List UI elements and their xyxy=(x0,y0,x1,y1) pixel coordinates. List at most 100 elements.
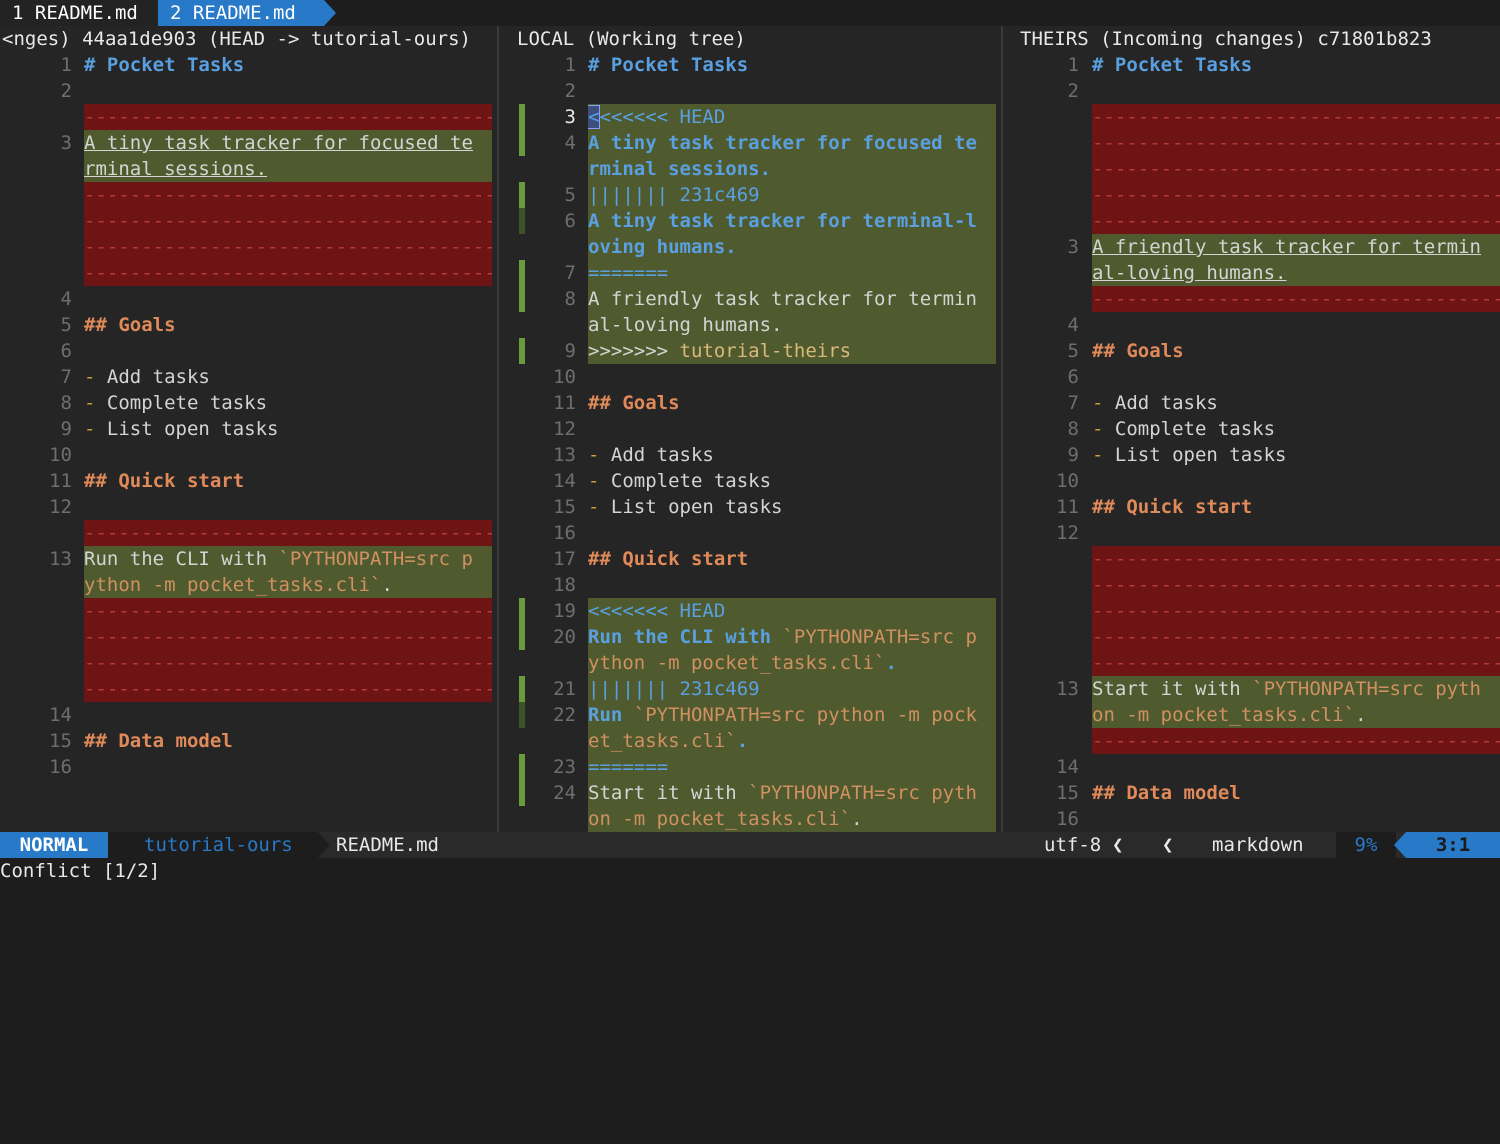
line-text xyxy=(588,572,996,598)
local-line[interactable]: 13 - Add tasks xyxy=(499,442,1001,468)
base-pane[interactable]: <nges) 44aa1de903 (HEAD -> tutorial-ours… xyxy=(0,26,497,832)
theirs-line[interactable]: on -m pocket_tasks.cli`. xyxy=(1003,702,1500,728)
theirs-line[interactable]: 3 A friendly task tracker for termin xyxy=(1003,234,1500,260)
base-line[interactable]: ------------------------------------ xyxy=(0,260,497,286)
theirs-line[interactable]: ------------------------------------- xyxy=(1003,650,1500,676)
theirs-line[interactable]: 16 xyxy=(1003,806,1500,832)
base-line[interactable]: 6 xyxy=(0,338,497,364)
local-line[interactable]: 4 A tiny task tracker for focused te xyxy=(499,130,1001,156)
local-line[interactable]: on -m pocket_tasks.cli`. xyxy=(499,806,1001,832)
base-line[interactable]: 2 xyxy=(0,78,497,104)
diff-sign xyxy=(519,676,525,702)
theirs-line[interactable]: ------------------------------------- xyxy=(1003,286,1500,312)
theirs-line[interactable]: ------------------------------------- xyxy=(1003,104,1500,130)
theirs-line[interactable]: 4 xyxy=(1003,312,1500,338)
local-line[interactable]: 1 # Pocket Tasks xyxy=(499,52,1001,78)
local-line[interactable]: 6 A tiny task tracker for terminal-l xyxy=(499,208,1001,234)
theirs-line[interactable]: 12 xyxy=(1003,520,1500,546)
base-line[interactable]: ------------------------------------ xyxy=(0,182,497,208)
theirs-line[interactable]: 5 ## Goals xyxy=(1003,338,1500,364)
local-line[interactable]: 21 ||||||| 231c469 xyxy=(499,676,1001,702)
local-line[interactable]: et_tasks.cli`. xyxy=(499,728,1001,754)
local-line[interactable]: 16 xyxy=(499,520,1001,546)
local-line[interactable]: 8 A friendly task tracker for termin xyxy=(499,286,1001,312)
base-line[interactable]: 15 ## Data model xyxy=(0,728,497,754)
local-line[interactable]: 19 <<<<<<< HEAD xyxy=(499,598,1001,624)
base-line[interactable]: ython -m pocket_tasks.cli`. xyxy=(0,572,497,598)
base-line[interactable]: 8 - Complete tasks xyxy=(0,390,497,416)
base-line[interactable]: rminal sessions. xyxy=(0,156,497,183)
base-line[interactable]: 14 xyxy=(0,702,497,728)
tabline: 1 README.md 2 README.md xyxy=(0,0,1500,26)
base-line[interactable]: ------------------------------------ xyxy=(0,234,497,260)
base-line[interactable]: 5 ## Goals xyxy=(0,312,497,338)
base-line[interactable]: ------------------------------------ xyxy=(0,676,497,702)
line-text: ======= xyxy=(588,754,996,780)
theirs-line[interactable]: 11 ## Quick start xyxy=(1003,494,1500,520)
base-line[interactable]: 9 - List open tasks xyxy=(0,416,497,442)
local-pane[interactable]: LOCAL (Working tree) 1 # Pocket Tasks 2 3 <<… xyxy=(499,26,1001,832)
base-line[interactable]: ------------------------------------ xyxy=(0,624,497,650)
base-line[interactable]: 12 xyxy=(0,494,497,520)
base-line[interactable]: ------------------------------------ xyxy=(0,520,497,546)
local-line[interactable]: 17 ## Quick start xyxy=(499,546,1001,572)
theirs-line[interactable]: ------------------------------------- xyxy=(1003,572,1500,598)
tab-1[interactable]: 1 README.md xyxy=(0,0,158,26)
theirs-pane[interactable]: THEIRS (Incoming changes) c71801b823 1 # … xyxy=(1003,26,1500,832)
line-text: - Add tasks xyxy=(1092,392,1218,414)
base-line[interactable]: ------------------------------------ xyxy=(0,208,497,234)
local-line[interactable]: 20 Run the CLI with `PYTHONPATH=src p xyxy=(499,624,1001,650)
base-line[interactable]: 4 xyxy=(0,286,497,312)
theirs-line[interactable]: 7 - Add tasks xyxy=(1003,390,1500,416)
local-line[interactable]: 22 Run `PYTHONPATH=src python -m pock xyxy=(499,702,1001,728)
theirs-line[interactable]: 8 - Complete tasks xyxy=(1003,416,1500,442)
local-line[interactable]: 11 ## Goals xyxy=(499,390,1001,416)
local-line[interactable]: 14 - Complete tasks xyxy=(499,468,1001,494)
local-line[interactable]: 5 ||||||| 231c469 xyxy=(499,182,1001,208)
local-line[interactable]: 2 xyxy=(499,78,1001,104)
theirs-line[interactable]: ------------------------------------- xyxy=(1003,208,1500,234)
local-line[interactable]: al-loving humans. xyxy=(499,312,1001,338)
local-line[interactable]: 23 ======= xyxy=(499,754,1001,780)
theirs-line[interactable]: ------------------------------------- xyxy=(1003,624,1500,650)
theirs-line[interactable]: ------------------------------------- xyxy=(1003,598,1500,624)
local-line[interactable]: 15 - List open tasks xyxy=(499,494,1001,520)
theirs-line[interactable]: ------------------------------------- xyxy=(1003,130,1500,156)
line-text: ## Quick start xyxy=(84,470,245,492)
local-line[interactable]: oving humans. xyxy=(499,234,1001,260)
theirs-line[interactable]: ------------------------------------- xyxy=(1003,546,1500,572)
local-line[interactable]: 9 >>>>>>> tutorial-theirs xyxy=(499,338,1001,364)
base-line[interactable]: 13 Run the CLI with `PYTHONPATH=src p xyxy=(0,546,497,572)
base-line[interactable]: ------------------------------------ xyxy=(0,650,497,676)
local-line[interactable]: 3 <<<<<<< HEAD xyxy=(499,104,1001,130)
theirs-line[interactable]: ------------------------------------- xyxy=(1003,182,1500,208)
local-line[interactable]: 18 xyxy=(499,572,1001,598)
theirs-line[interactable]: 10 xyxy=(1003,468,1500,494)
local-line[interactable]: 24 Start it with `PYTHONPATH=src pyth xyxy=(499,780,1001,806)
base-line[interactable]: 1 # Pocket Tasks xyxy=(0,52,497,78)
branch-segment[interactable]: tutorial-ours xyxy=(108,832,330,882)
base-line[interactable]: ------------------------------------ xyxy=(0,598,497,624)
theirs-line[interactable]: al-loving humans. xyxy=(1003,260,1500,287)
base-line[interactable]: 10 xyxy=(0,442,497,468)
local-line[interactable]: ython -m pocket_tasks.cli`. xyxy=(499,650,1001,676)
base-line[interactable]: 11 ## Quick start xyxy=(0,468,497,494)
theirs-line[interactable]: 14 xyxy=(1003,754,1500,780)
base-line[interactable]: 16 xyxy=(0,754,497,780)
theirs-line[interactable]: ------------------------------------- xyxy=(1003,728,1500,754)
tab-2[interactable]: 2 README.md xyxy=(158,0,336,26)
base-line[interactable]: 7 - Add tasks xyxy=(0,364,497,390)
local-line[interactable]: 7 ======= xyxy=(499,260,1001,286)
theirs-line[interactable]: 6 xyxy=(1003,364,1500,390)
theirs-line[interactable]: 9 - List open tasks xyxy=(1003,442,1500,468)
base-line[interactable]: ------------------------------------ xyxy=(0,104,497,130)
theirs-line[interactable]: ------------------------------------- xyxy=(1003,156,1500,182)
local-line[interactable]: 10 xyxy=(499,364,1001,390)
theirs-line[interactable]: 15 ## Data model xyxy=(1003,780,1500,806)
local-line[interactable]: rminal sessions. xyxy=(499,156,1001,182)
theirs-line[interactable]: 2 xyxy=(1003,78,1500,104)
base-line[interactable]: 3 A tiny task tracker for focused te xyxy=(0,130,497,156)
local-line[interactable]: 12 xyxy=(499,416,1001,442)
theirs-line[interactable]: 13 Start it with `PYTHONPATH=src pyth xyxy=(1003,676,1500,702)
theirs-line[interactable]: 1 # Pocket Tasks xyxy=(1003,52,1500,78)
